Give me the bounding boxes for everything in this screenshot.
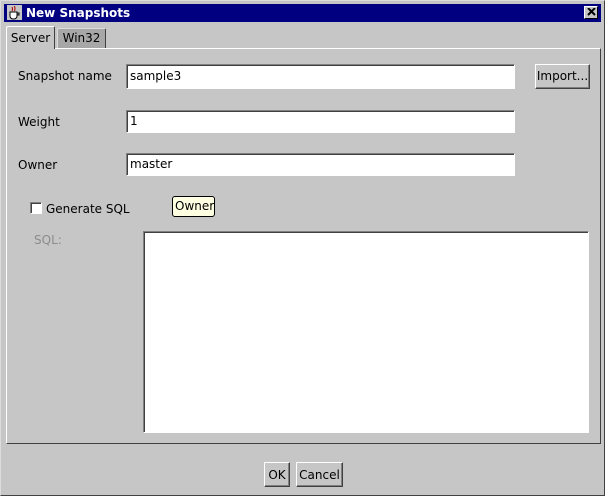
import-button[interactable]: Import... [535,64,590,89]
owner-tooltip: Owner [172,196,215,217]
weight-label: Weight [18,115,60,129]
generate-sql-label[interactable]: Generate SQL [46,202,130,216]
tab-win32[interactable]: Win32 [57,28,106,48]
sql-label: SQL: [34,233,62,247]
owner-input[interactable]: master [126,153,515,176]
close-button[interactable] [584,6,598,19]
snapshot-name-label: Snapshot name [18,69,112,83]
title-bar[interactable]: New Snapshots [4,4,601,22]
snapshot-name-input[interactable]: sample3 [126,64,515,89]
java-cup-icon [7,5,22,20]
window-title: New Snapshots [26,6,131,20]
tab-win32-label: Win32 [62,31,101,45]
generate-sql-checkbox[interactable] [30,202,42,214]
owner-label: Owner [18,158,58,172]
close-icon [587,8,596,16]
tab-server[interactable]: Server [6,26,55,49]
cancel-button[interactable]: Cancel [296,462,343,487]
sql-textarea[interactable] [143,231,589,433]
tab-server-label: Server [10,31,51,45]
ok-button[interactable]: OK [264,462,290,487]
weight-input[interactable]: 1 [126,110,515,133]
new-snapshots-dialog: New Snapshots Server Win32 Snapshot name… [0,0,605,496]
